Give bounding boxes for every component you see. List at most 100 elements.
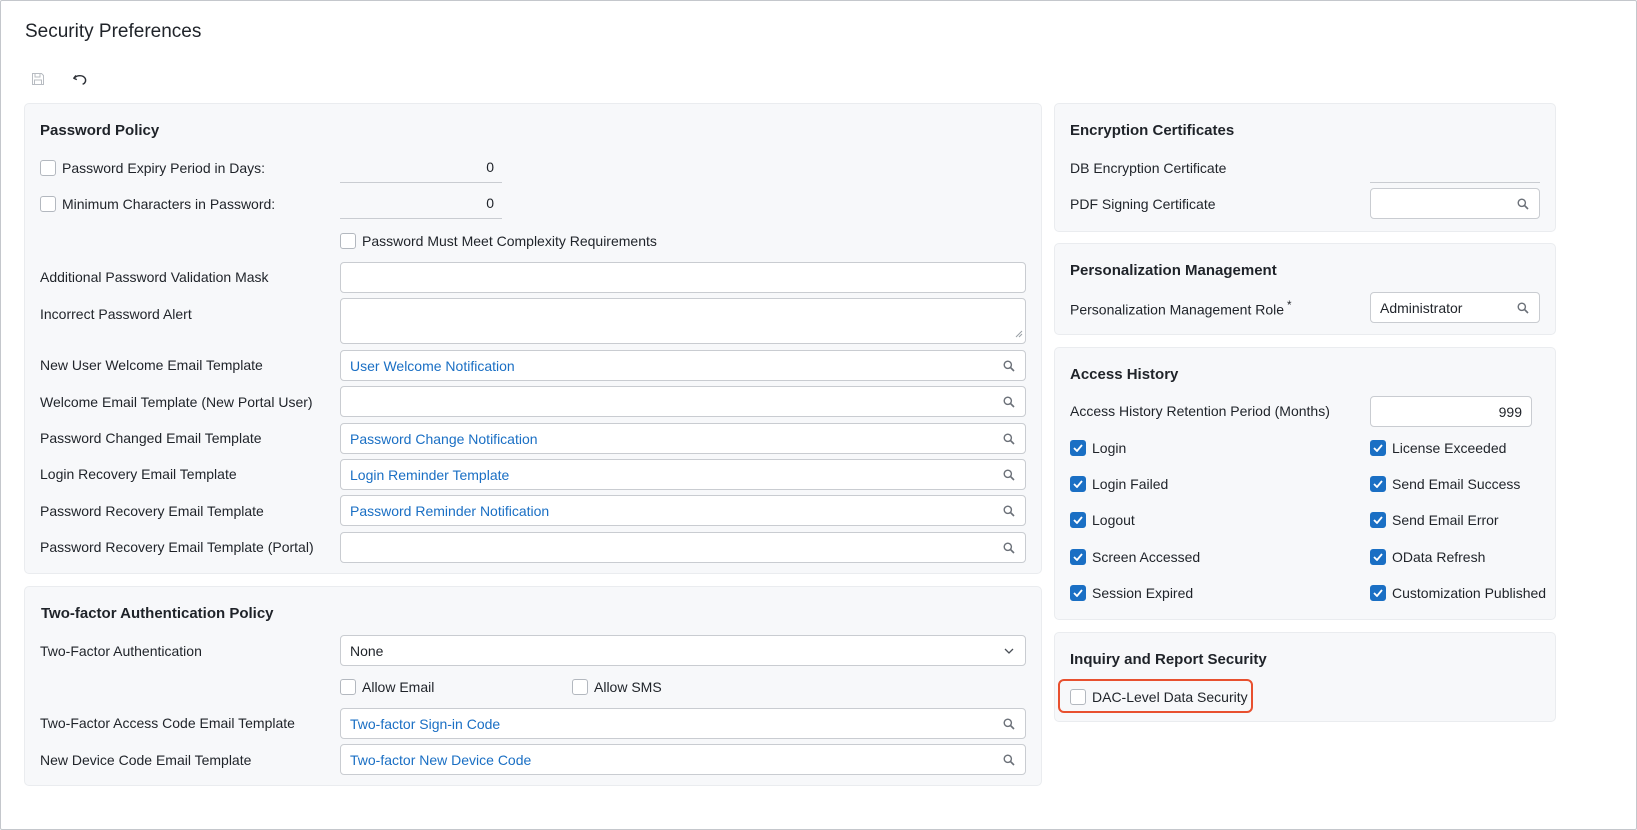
portal-welcome-email-lookup[interactable] xyxy=(340,386,1026,417)
two-factor-mode-select[interactable]: None xyxy=(340,635,1026,666)
send-email-error-label: Send Email Error xyxy=(1392,512,1499,528)
search-icon[interactable] xyxy=(1002,717,1016,731)
customization-published-label: Customization Published xyxy=(1392,585,1547,601)
retention-label: Access History Retention Period (Months) xyxy=(1070,403,1330,419)
new-device-email-label: New Device Code Email Template xyxy=(40,752,252,768)
recovery-email-portal-label: Password Recovery Email Template (Portal… xyxy=(40,539,314,555)
login-label: Login xyxy=(1092,440,1127,456)
login-failed-checkbox[interactable] xyxy=(1070,476,1086,492)
min-chars-checkbox[interactable] xyxy=(40,196,56,212)
personalization-role-label: Personalization Management Role * xyxy=(1070,299,1292,318)
access-code-email-lookup[interactable]: Two-factor Sign-in Code xyxy=(340,708,1026,739)
incorrect-alert-label: Incorrect Password Alert xyxy=(40,306,192,322)
access-history-title: Access History xyxy=(1070,366,1179,383)
welcome-email-label: New User Welcome Email Template xyxy=(40,357,263,373)
odata-refresh-checkbox[interactable] xyxy=(1370,549,1386,565)
license-exceeded-checkbox[interactable] xyxy=(1370,440,1386,456)
search-icon[interactable] xyxy=(1002,395,1016,409)
save-icon xyxy=(31,72,45,89)
access-code-email-value[interactable]: Two-factor Sign-in Code xyxy=(350,716,1002,732)
search-icon[interactable] xyxy=(1002,468,1016,482)
login-recovery-email-value[interactable]: Login Reminder Template xyxy=(350,467,1002,483)
personalization-role-lookup[interactable]: Administrator xyxy=(1370,292,1540,323)
logout-checkbox[interactable] xyxy=(1070,512,1086,528)
search-icon[interactable] xyxy=(1516,197,1530,211)
expiry-checkbox[interactable] xyxy=(40,160,56,176)
dac-security-label: DAC-Level Data Security xyxy=(1092,689,1248,705)
odata-refresh-label: OData Refresh xyxy=(1392,549,1486,565)
min-chars-value: 0 xyxy=(486,194,494,211)
search-icon[interactable] xyxy=(1002,504,1016,518)
welcome-email-lookup[interactable]: User Welcome Notification xyxy=(340,350,1026,381)
new-device-email-lookup[interactable]: Two-factor New Device Code xyxy=(340,744,1026,775)
incorrect-alert-textarea[interactable] xyxy=(340,298,1026,344)
access-code-email-label: Two-Factor Access Code Email Template xyxy=(40,715,295,731)
screen-accessed-checkbox[interactable] xyxy=(1070,549,1086,565)
page-title: Security Preferences xyxy=(25,21,202,42)
search-icon[interactable] xyxy=(1002,432,1016,446)
search-icon[interactable] xyxy=(1002,359,1016,373)
inquiry-title: Inquiry and Report Security xyxy=(1070,651,1267,668)
two-factor-title: Two-factor Authentication Policy xyxy=(41,605,274,622)
search-icon[interactable] xyxy=(1516,301,1530,315)
search-icon[interactable] xyxy=(1002,541,1016,555)
login-recovery-email-lookup[interactable]: Login Reminder Template xyxy=(340,459,1026,490)
validation-mask-label: Additional Password Validation Mask xyxy=(40,269,269,285)
customization-published-checkbox[interactable] xyxy=(1370,585,1386,601)
recovery-email-label: Password Recovery Email Template xyxy=(40,503,264,519)
encryption-title: Encryption Certificates xyxy=(1070,122,1235,139)
save-button[interactable] xyxy=(26,69,50,91)
logout-label: Logout xyxy=(1092,512,1135,528)
undo-button[interactable] xyxy=(68,69,92,91)
portal-welcome-email-label: Welcome Email Template (New Portal User) xyxy=(40,394,313,410)
welcome-email-value[interactable]: User Welcome Notification xyxy=(350,358,1002,374)
session-expired-checkbox[interactable] xyxy=(1070,585,1086,601)
personalization-role-text: Personalization Management Role xyxy=(1070,301,1285,318)
expiry-days-input[interactable]: 0 xyxy=(340,151,502,183)
expiry-label: Password Expiry Period in Days: xyxy=(62,160,266,176)
db-cert-input[interactable] xyxy=(1370,151,1540,183)
new-device-email-value[interactable]: Two-factor New Device Code xyxy=(350,752,1002,768)
allow-sms-label: Allow SMS xyxy=(594,679,662,695)
login-checkbox[interactable] xyxy=(1070,440,1086,456)
send-email-success-checkbox[interactable] xyxy=(1370,476,1386,492)
required-mark: * xyxy=(1287,299,1292,312)
db-cert-label: DB Encryption Certificate xyxy=(1070,160,1227,176)
allow-sms-checkbox[interactable] xyxy=(572,679,588,695)
login-recovery-email-label: Login Recovery Email Template xyxy=(40,466,237,482)
undo-icon xyxy=(72,72,88,89)
complexity-label: Password Must Meet Complexity Requiremen… xyxy=(362,233,657,249)
screen-accessed-label: Screen Accessed xyxy=(1092,549,1201,565)
send-email-error-checkbox[interactable] xyxy=(1370,512,1386,528)
send-email-success-label: Send Email Success xyxy=(1392,476,1521,492)
changed-email-value[interactable]: Password Change Notification xyxy=(350,431,1002,447)
search-icon[interactable] xyxy=(1002,753,1016,767)
pdf-cert-label: PDF Signing Certificate xyxy=(1070,196,1216,212)
changed-email-lookup[interactable]: Password Change Notification xyxy=(340,423,1026,454)
retention-value: 999 xyxy=(1498,403,1522,420)
retention-input[interactable]: 999 xyxy=(1370,396,1532,427)
allow-email-checkbox[interactable] xyxy=(340,679,356,695)
chevron-down-icon[interactable] xyxy=(1002,644,1016,658)
validation-mask-input[interactable] xyxy=(340,262,1026,293)
two-factor-mode-value: None xyxy=(350,642,384,659)
changed-email-label: Password Changed Email Template xyxy=(40,430,262,446)
personalization-title: Personalization Management xyxy=(1070,262,1277,279)
expiry-days-value: 0 xyxy=(486,158,494,175)
two-factor-mode-label: Two-Factor Authentication xyxy=(40,643,202,659)
login-failed-label: Login Failed xyxy=(1092,476,1169,492)
min-chars-label: Minimum Characters in Password: xyxy=(62,196,276,212)
recovery-email-lookup[interactable]: Password Reminder Notification xyxy=(340,495,1026,526)
personalization-role-value: Administrator xyxy=(1380,299,1463,316)
pdf-cert-lookup[interactable] xyxy=(1370,188,1540,219)
recovery-email-value[interactable]: Password Reminder Notification xyxy=(350,503,1002,519)
resize-handle-icon[interactable] xyxy=(1015,325,1023,341)
password-policy-title: Password Policy xyxy=(40,122,160,139)
allow-email-label: Allow Email xyxy=(362,679,435,695)
recovery-email-portal-lookup[interactable] xyxy=(340,532,1026,563)
complexity-checkbox[interactable] xyxy=(340,233,356,249)
dac-security-checkbox[interactable] xyxy=(1070,689,1086,705)
license-exceeded-label: License Exceeded xyxy=(1392,440,1507,456)
min-chars-input[interactable]: 0 xyxy=(340,187,502,219)
session-expired-label: Session Expired xyxy=(1092,585,1194,601)
